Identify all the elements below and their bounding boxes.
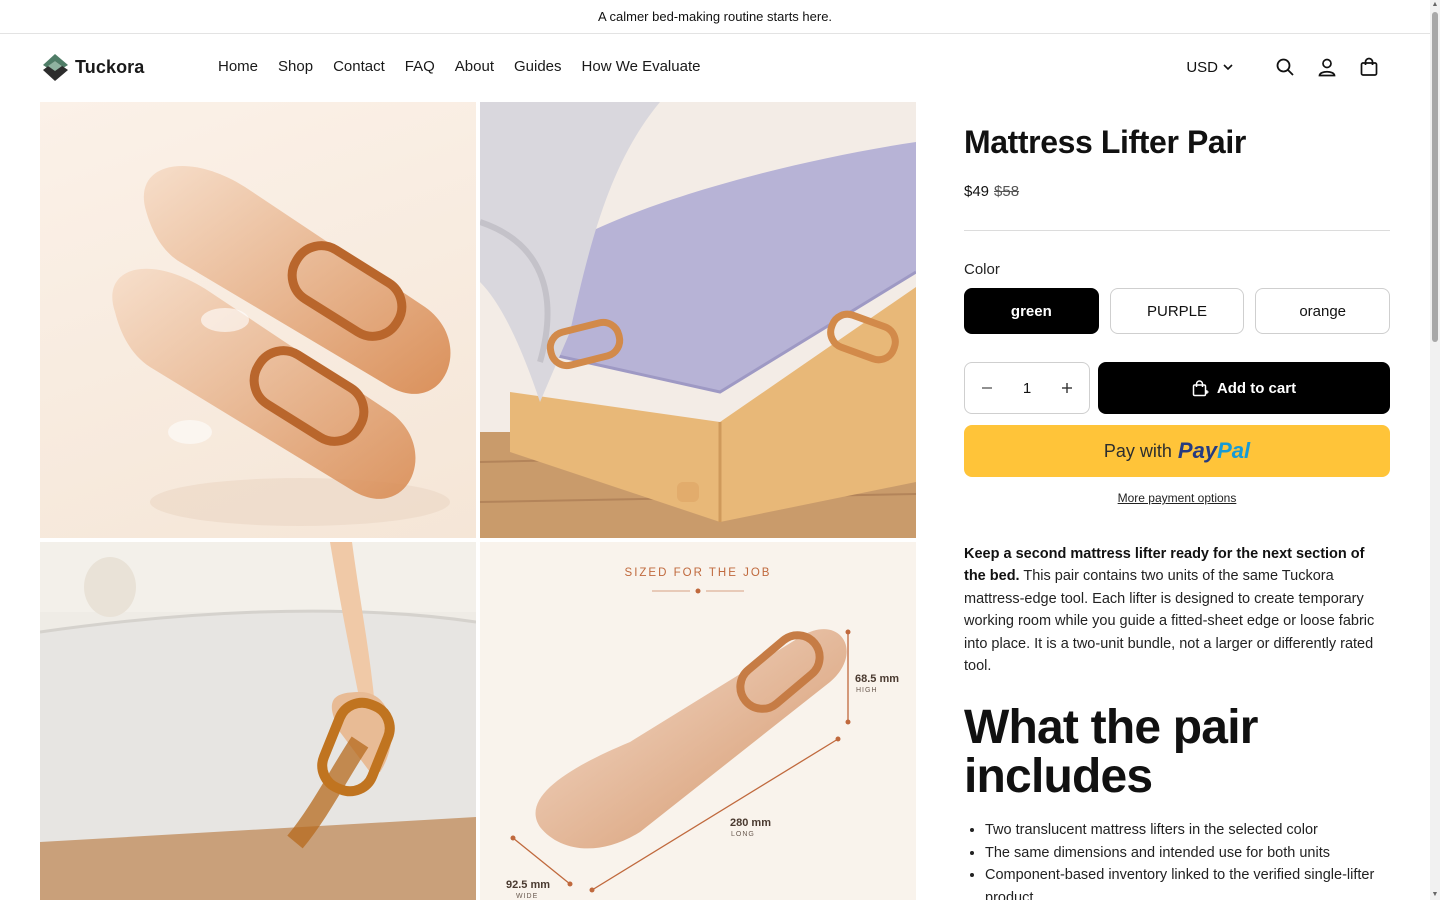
dimension-height-label: HIGH xyxy=(856,687,878,694)
header-actions: USD xyxy=(1186,56,1380,78)
dimension-width-label: WIDE xyxy=(516,893,538,900)
gallery-image-pair[interactable] xyxy=(40,102,476,538)
includes-list: Two translucent mattress lifters in the … xyxy=(964,819,1390,900)
minus-icon xyxy=(982,387,992,389)
more-payment-options-link[interactable]: More payment options xyxy=(964,491,1390,505)
nav-faq[interactable]: FAQ xyxy=(405,58,435,75)
paypal-prefix: Pay with xyxy=(1103,440,1172,461)
main-nav: Home Shop Contact FAQ About Guides How W… xyxy=(218,58,700,75)
gallery-image-dimensions[interactable]: SIZED FOR THE JOB 68.5 mm HIGH 280 mm LO… xyxy=(480,542,916,900)
site-header: Tuckora Home Shop Contact FAQ About Guid… xyxy=(0,34,1430,102)
includes-heading: What the pair includes xyxy=(964,701,1258,804)
cart-icon[interactable] xyxy=(1358,56,1380,78)
search-icon[interactable] xyxy=(1274,56,1296,78)
brand-logo[interactable]: Tuckora xyxy=(42,53,144,82)
nav-how-we-evaluate[interactable]: How We Evaluate xyxy=(582,58,701,75)
announcement-text: A calmer bed-making routine starts here. xyxy=(597,9,833,24)
color-label: Color xyxy=(964,261,1000,278)
nav-contact[interactable]: Contact xyxy=(333,58,385,75)
paypal-logo: PayPal xyxy=(1177,438,1251,463)
dimension-length-label: LONG xyxy=(731,831,755,838)
account-icon[interactable] xyxy=(1316,56,1338,78)
paypal-button[interactable]: Pay with PayPal xyxy=(964,425,1390,477)
scroll-down-arrow-icon[interactable]: ▼ xyxy=(1431,891,1439,899)
chevron-down-icon xyxy=(1223,64,1233,71)
color-option-green[interactable]: green xyxy=(964,288,1099,334)
nav-guides[interactable]: Guides xyxy=(514,58,562,75)
purchase-row: 1 Add to cart xyxy=(964,362,1390,414)
quantity-value[interactable]: 1 xyxy=(1023,380,1031,397)
add-to-cart-label: Add to cart xyxy=(1216,379,1297,397)
increase-quantity-button[interactable] xyxy=(1059,380,1075,396)
color-option-orange[interactable]: orange xyxy=(1255,288,1391,334)
announcement-bar: A calmer bed-making routine starts here. xyxy=(0,0,1430,34)
product-description: Keep a second mattress lifter ready for … xyxy=(964,543,1390,677)
color-options: green PURPLE orange xyxy=(964,288,1391,334)
plus-icon xyxy=(1062,383,1072,393)
nav-about[interactable]: About xyxy=(455,58,494,75)
description-body: This pair contains two units of the same… xyxy=(964,568,1375,675)
product-info: Mattress Lifter Pair $49 $58 Color green… xyxy=(964,102,1391,900)
scroll-up-arrow-icon[interactable]: ▲ xyxy=(1431,1,1439,9)
compare-price: $58 xyxy=(994,183,1020,200)
page-scrollbar[interactable]: ▲ ▼ xyxy=(1430,0,1440,900)
gallery-image-bed[interactable] xyxy=(480,102,916,538)
list-item: Component-based inventory linked to the … xyxy=(985,864,1390,900)
decrease-quantity-button[interactable] xyxy=(979,380,995,396)
list-item: Two translucent mattress lifters in the … xyxy=(985,819,1390,841)
list-item: The same dimensions and intended use for… xyxy=(985,842,1390,864)
nav-shop[interactable]: Shop xyxy=(278,58,313,75)
nav-home[interactable]: Home xyxy=(218,58,258,75)
dimension-width-value: 92.5 mm xyxy=(506,879,550,891)
brand-name: Tuckora xyxy=(75,57,145,77)
product-title: Mattress Lifter Pair xyxy=(964,124,1246,160)
currency-label: USD xyxy=(1186,58,1218,76)
cart-add-icon xyxy=(1192,379,1209,396)
dimension-length-value: 280 mm xyxy=(730,817,771,829)
quantity-stepper: 1 xyxy=(964,362,1090,414)
dimension-height-value: 68.5 mm xyxy=(855,673,899,685)
color-option-purple[interactable]: PURPLE xyxy=(1109,288,1245,334)
sale-price: $49 xyxy=(964,183,990,200)
product-gallery: SIZED FOR THE JOB 68.5 mm HIGH 280 mm LO… xyxy=(40,102,916,900)
price-block: $49 $58 xyxy=(964,183,1390,200)
diamond-leaf-icon xyxy=(43,54,68,81)
divider xyxy=(964,230,1390,231)
scrollbar-thumb[interactable] xyxy=(1432,12,1438,342)
add-to-cart-button[interactable]: Add to cart xyxy=(1098,362,1390,414)
infographic-heading: SIZED FOR THE JOB xyxy=(625,567,772,579)
gallery-image-in-use[interactable] xyxy=(40,542,476,900)
currency-selector[interactable]: USD xyxy=(1186,59,1234,76)
